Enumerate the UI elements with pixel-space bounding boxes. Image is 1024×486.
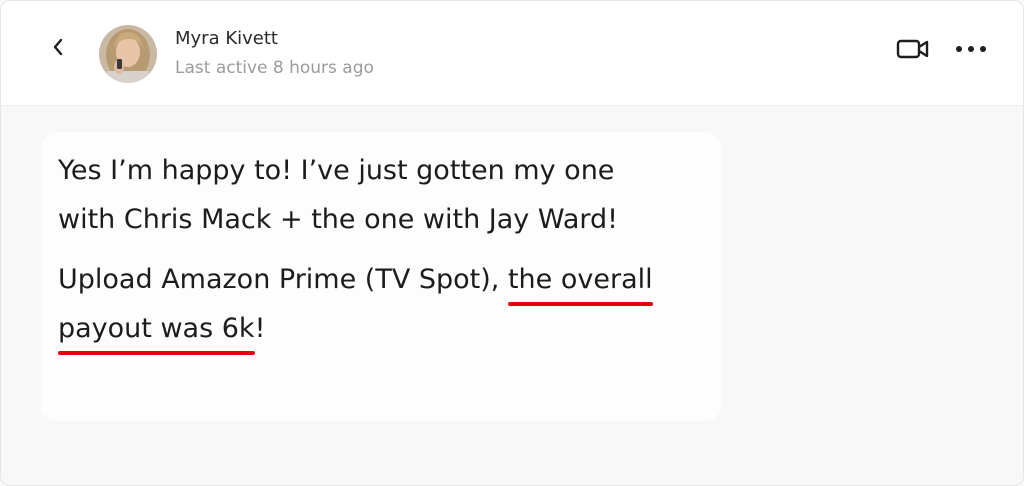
underlined-text: payout was 6k <box>58 313 255 355</box>
chat-header: Myra Kivett Last active 8 hours ago <box>1 1 1023 106</box>
chevron-left-icon <box>53 38 63 56</box>
back-button[interactable] <box>45 34 71 60</box>
chat-window: Myra Kivett Last active 8 hours ago Yes … <box>0 0 1024 486</box>
contact-name: Myra Kivett <box>175 28 278 49</box>
more-horizontal-icon <box>956 46 986 52</box>
message-line: payout was 6k! <box>58 312 266 355</box>
message-line: with Chris Mack + the one with Jay Ward! <box>58 204 618 235</box>
more-options-button[interactable] <box>951 35 991 63</box>
message-text: Upload Amazon Prime (TV Spot), <box>58 264 508 295</box>
avatar[interactable] <box>99 25 157 83</box>
message-text: ! <box>254 313 266 344</box>
last-active-status: Last active 8 hours ago <box>175 58 374 78</box>
avatar-image <box>99 25 157 83</box>
underlined-text: the overall <box>507 264 653 306</box>
message-line: Yes I’m happy to! I’ve just gotten my on… <box>58 155 615 186</box>
video-call-button[interactable] <box>893 35 933 63</box>
video-camera-icon <box>896 39 929 59</box>
message-line: Upload Amazon Prime (TV Spot), the overa… <box>58 263 653 306</box>
